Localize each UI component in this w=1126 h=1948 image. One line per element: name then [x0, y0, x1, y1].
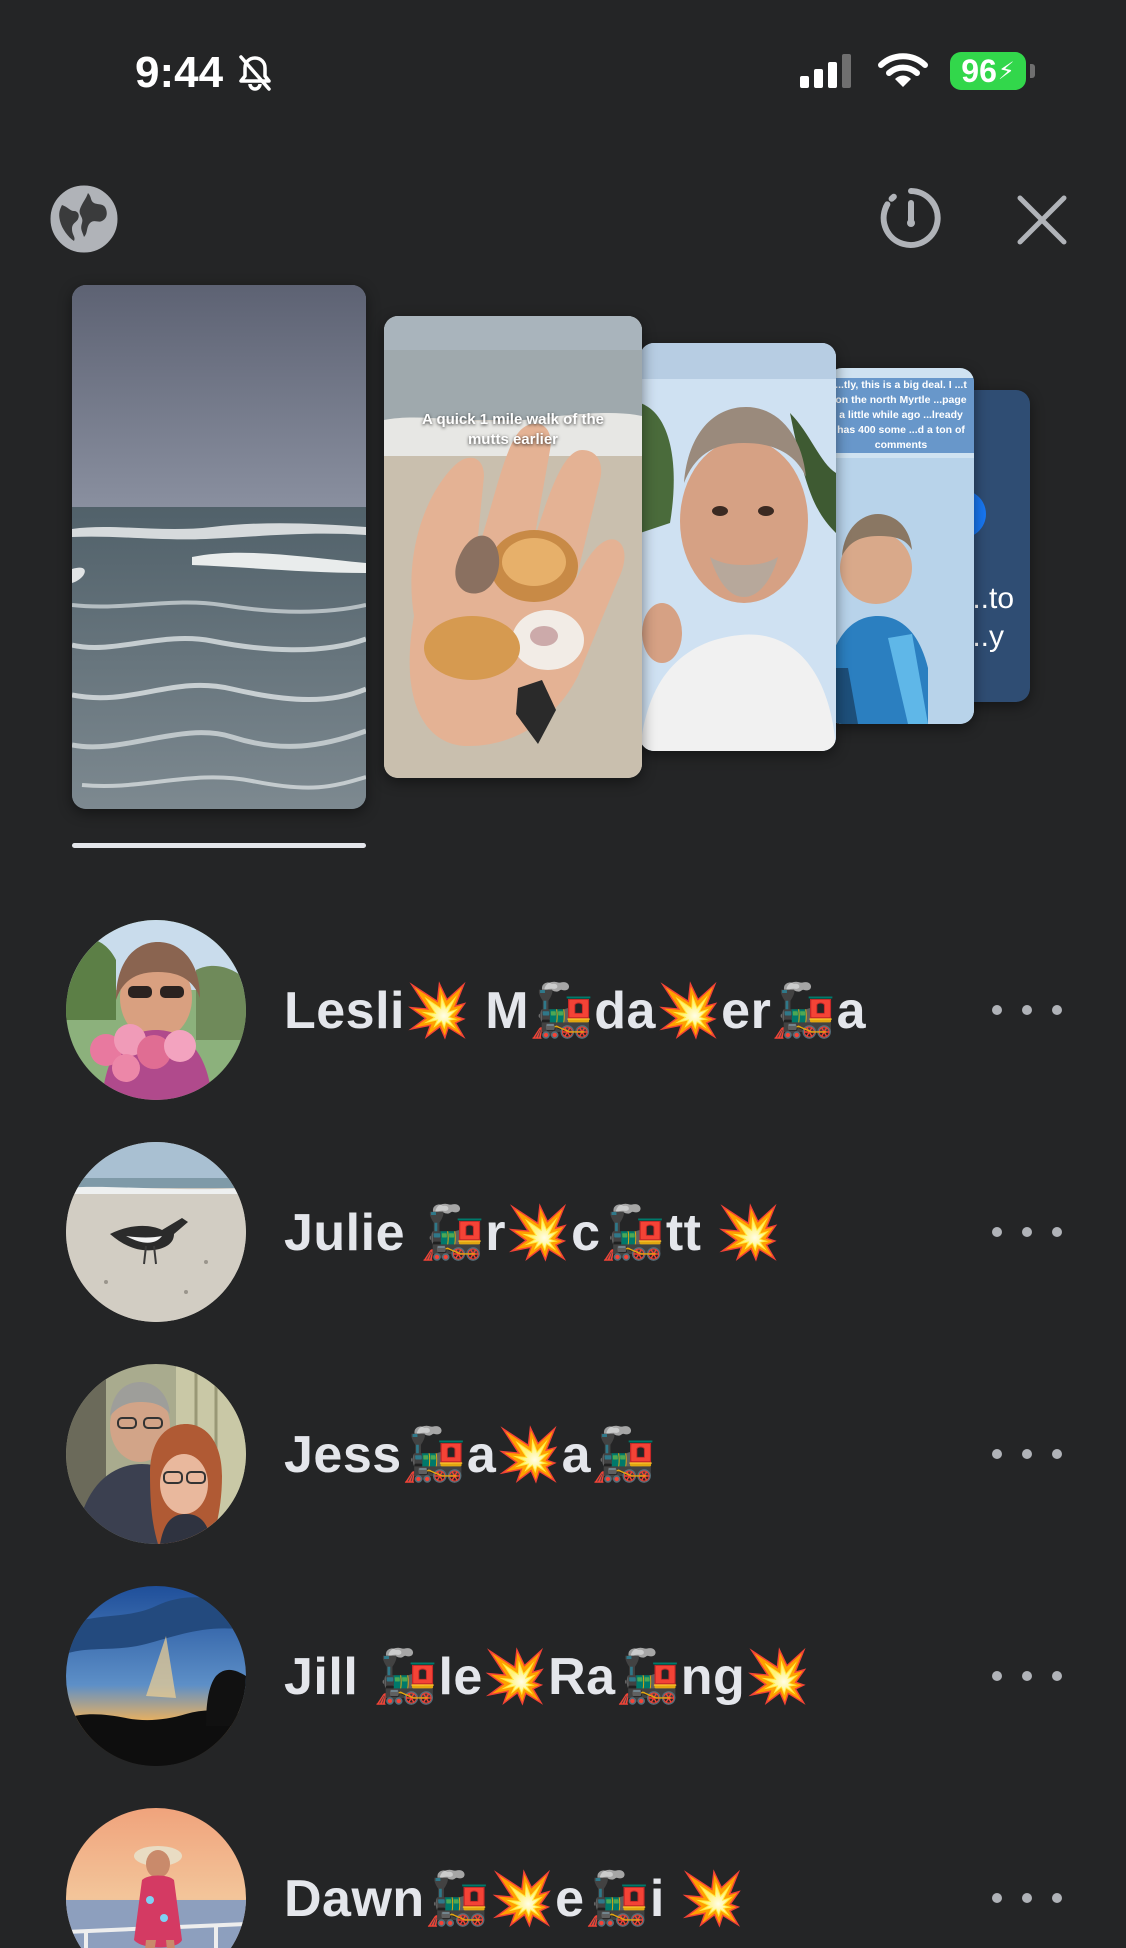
avatar[interactable]	[66, 920, 246, 1100]
story-thumbnail-4[interactable]: ...tly, this is a big deal. I ...t on th…	[828, 368, 974, 724]
avatar[interactable]	[66, 1808, 246, 1948]
more-dot	[1052, 1005, 1062, 1015]
globe-icon	[50, 185, 118, 253]
more-horizontal-icon	[992, 1449, 1002, 1459]
avatar[interactable]	[66, 1586, 246, 1766]
more-horizontal-icon	[992, 1227, 1002, 1237]
avatar[interactable]	[66, 1364, 246, 1544]
archive-timer-button[interactable]	[878, 185, 944, 251]
story-viewers-screen: 9:44 96 ⚡ ...to ...y ...tly, this is a b…	[0, 0, 1126, 1948]
avatar[interactable]	[66, 1142, 246, 1322]
more-horizontal-icon	[992, 1671, 1002, 1681]
story-thumbnail-2[interactable]: A quick 1 mile walk of the mutts earlier	[384, 316, 642, 778]
more-dot	[1052, 1227, 1062, 1237]
viewer-name[interactable]: Jill 🚂le💥Ra🚂ng💥	[284, 1646, 811, 1707]
viewer-3-avatar-photo	[66, 1364, 246, 1544]
wifi-icon	[878, 53, 928, 87]
viewer-row[interactable]: Dawn🚂💥e🚂i 💥	[0, 1808, 1126, 1948]
viewer-row[interactable]: Julie 🚂r💥c🚂tt 💥	[0, 1142, 1126, 1322]
more-dot	[1022, 1449, 1032, 1459]
more-dot	[1052, 1671, 1062, 1681]
viewer-name[interactable]: Julie 🚂r💥c🚂tt 💥	[284, 1202, 782, 1263]
more-dot	[1022, 1227, 1032, 1237]
more-options-button[interactable]	[992, 990, 1062, 1030]
story-4-photo	[828, 458, 974, 724]
story-thumbnail-1[interactable]	[72, 285, 366, 809]
battery-indicator: 96 ⚡	[950, 52, 1035, 90]
battery-level: 96	[961, 52, 997, 89]
viewer-name[interactable]: Dawn🚂💥e🚂i 💥	[284, 1868, 745, 1929]
story-2-caption: A quick 1 mile walk of the mutts earlier	[422, 411, 604, 448]
more-options-button[interactable]	[992, 1212, 1062, 1252]
more-options-button[interactable]	[992, 1434, 1062, 1474]
viewer-name[interactable]: Lesli💥 M🚂da💥er🚂a	[284, 980, 866, 1041]
story-timer-icon	[880, 188, 941, 248]
more-dot	[1022, 1671, 1032, 1681]
privacy-globe-button[interactable]	[48, 183, 120, 255]
more-horizontal-icon	[992, 1005, 1002, 1015]
story-3-photo	[640, 343, 836, 751]
silent-bell-icon	[239, 55, 271, 91]
status-time: 9:44	[135, 48, 275, 98]
cellular-signal-icon	[800, 54, 851, 88]
story-thumbnail-3[interactable]	[640, 343, 836, 751]
viewer-4-avatar-photo	[66, 1586, 246, 1766]
charging-bolt-icon: ⚡	[997, 57, 1015, 85]
more-options-button[interactable]	[992, 1878, 1062, 1918]
more-dot	[1022, 1893, 1032, 1903]
viewer-row[interactable]: Lesli💥 M🚂da💥er🚂a	[0, 920, 1126, 1100]
viewer-5-avatar-photo	[66, 1808, 246, 1948]
viewer-2-avatar-photo	[66, 1142, 246, 1322]
close-icon	[1017, 195, 1067, 245]
viewer-row[interactable]: Jill 🚂le💥Ra🚂ng💥	[0, 1586, 1126, 1766]
more-dot	[1052, 1893, 1062, 1903]
more-options-button[interactable]	[992, 1656, 1062, 1696]
clock-label: 9:44	[135, 48, 224, 97]
more-dot	[1022, 1005, 1032, 1015]
viewer-name[interactable]: Jess🚂a💥a🚂	[284, 1424, 656, 1485]
close-button[interactable]	[1010, 188, 1074, 252]
viewer-1-avatar-photo	[66, 920, 246, 1100]
viewer-row[interactable]: Jess🚂a💥a🚂	[0, 1364, 1126, 1544]
active-story-indicator	[72, 843, 366, 848]
story-1-photo	[72, 285, 366, 809]
story-2-photo	[384, 316, 642, 778]
more-dot	[1052, 1449, 1062, 1459]
more-horizontal-icon	[992, 1893, 1002, 1903]
status-indicators: 96 ⚡	[800, 52, 1035, 90]
